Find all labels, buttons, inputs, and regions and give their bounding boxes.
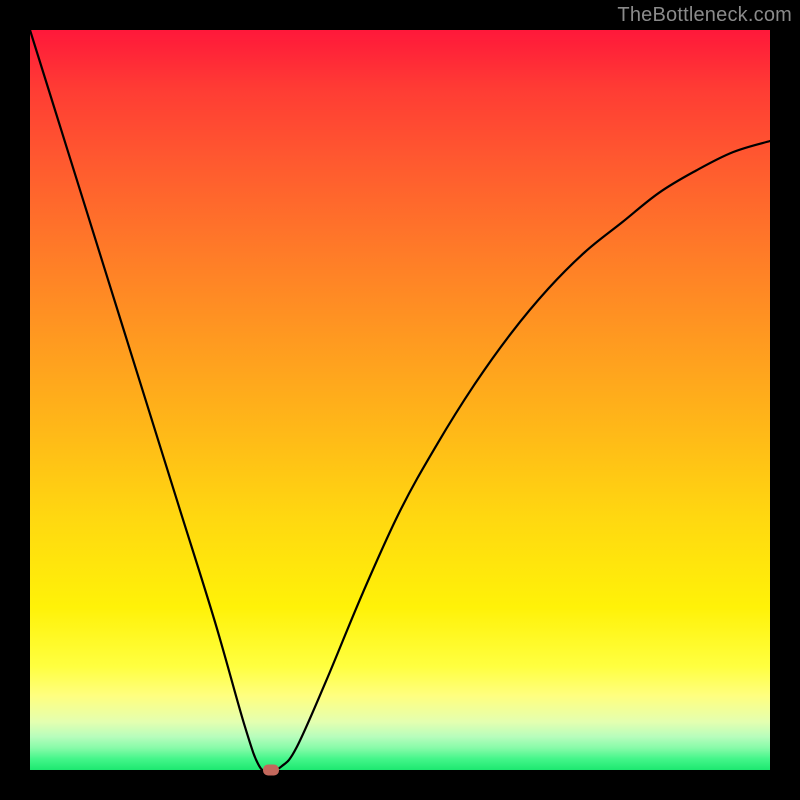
watermark-text: TheBottleneck.com — [617, 4, 792, 27]
bottleneck-curve — [30, 30, 770, 770]
chart-frame: TheBottleneck.com — [0, 0, 800, 800]
chart-svg — [30, 30, 770, 770]
minimum-marker — [263, 765, 279, 776]
